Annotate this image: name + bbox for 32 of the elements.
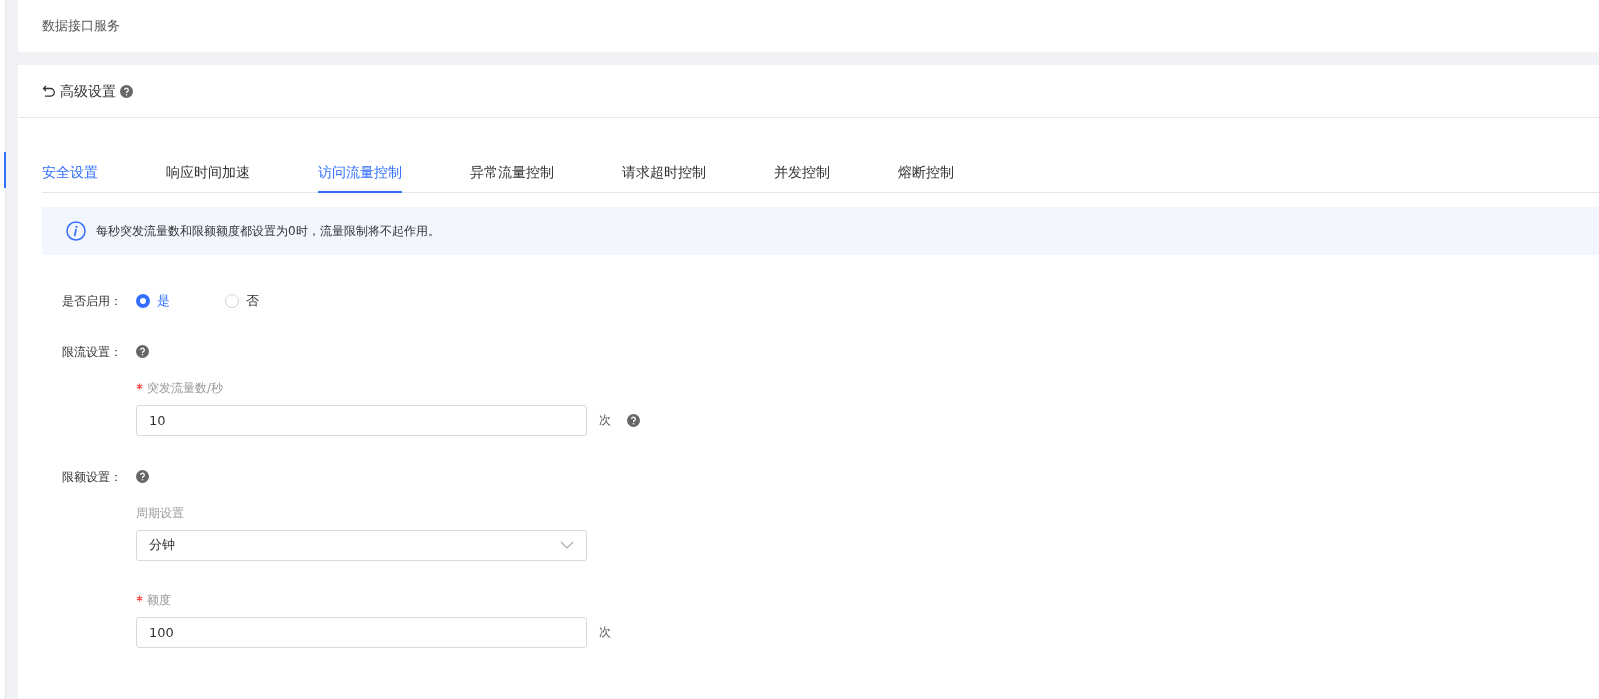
unit-label: 次 [599,412,611,429]
page-title: 高级设置 [60,81,116,101]
field-label: 突发流量数/秒 [136,378,1599,397]
help-icon[interactable] [136,470,149,483]
text-input[interactable]: 100 [136,616,587,648]
tab[interactable]: 访问流量控制 [318,162,402,193]
alert-message: 每秒突发流量数和限额额度都设置为0时，流量限制将不起作用。 [96,223,440,240]
field-label: 周期设置 [136,504,185,522]
tab[interactable]: 安全设置 [42,162,98,193]
unit-label: 次 [599,624,611,641]
text-input[interactable]: 10 [136,404,587,436]
field-label: 额度 [136,590,1599,609]
radio-option[interactable]: 否 [225,291,259,311]
radio-option[interactable]: 是 [136,291,170,311]
tab[interactable]: 并发控制 [774,162,830,193]
help-icon[interactable] [120,84,133,98]
radio-button[interactable] [136,293,150,308]
tab[interactable]: 熔断控制 [898,162,954,193]
active-indicator [4,152,6,188]
select-field[interactable]: 分钟 [136,529,587,561]
section-label: 限流设置： [62,343,123,361]
chevron-down-icon [560,541,574,549]
info-icon [66,221,86,241]
breadcrumb: 数据接口服务 [42,17,120,36]
tab[interactable]: 异常流量控制 [470,162,554,193]
field-label: 是否启用： [62,292,123,310]
section-label: 限额设置： [62,468,123,486]
help-icon[interactable] [627,413,640,427]
tab[interactable]: 请求超时控制 [622,162,706,193]
help-icon[interactable] [136,345,149,358]
back-icon[interactable] [42,84,56,98]
tab[interactable]: 响应时间加速 [166,162,250,193]
